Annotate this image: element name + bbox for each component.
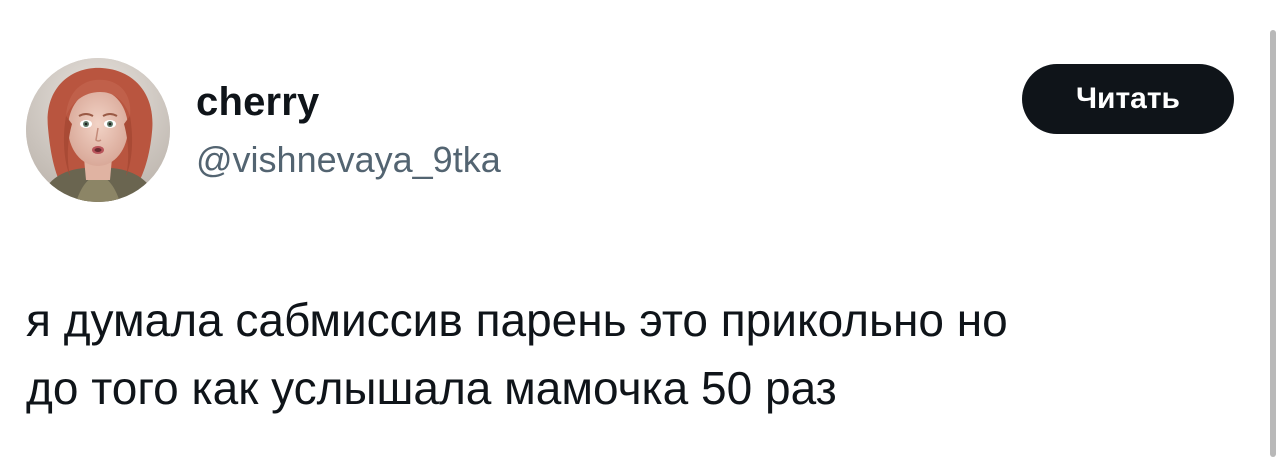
tweet-text: я думала сабмиссив парень это прикольно … bbox=[26, 286, 1236, 422]
author-handle[interactable]: @vishnevaya_9tka bbox=[196, 137, 501, 183]
author-avatar[interactable] bbox=[26, 58, 170, 202]
scrollbar[interactable] bbox=[1270, 30, 1276, 457]
tweet-text-line: до того как услышала мамочка 50 раз bbox=[26, 362, 837, 414]
tweet-text-line: я думала сабмиссив парень это прикольно … bbox=[26, 294, 1008, 346]
author-display-name[interactable]: cherry bbox=[196, 78, 320, 126]
profile-photo-icon bbox=[26, 58, 170, 202]
tweet-card: cherry @vishnevaya_9tka Читать я думала … bbox=[0, 0, 1284, 457]
follow-button[interactable]: Читать bbox=[1022, 64, 1234, 134]
